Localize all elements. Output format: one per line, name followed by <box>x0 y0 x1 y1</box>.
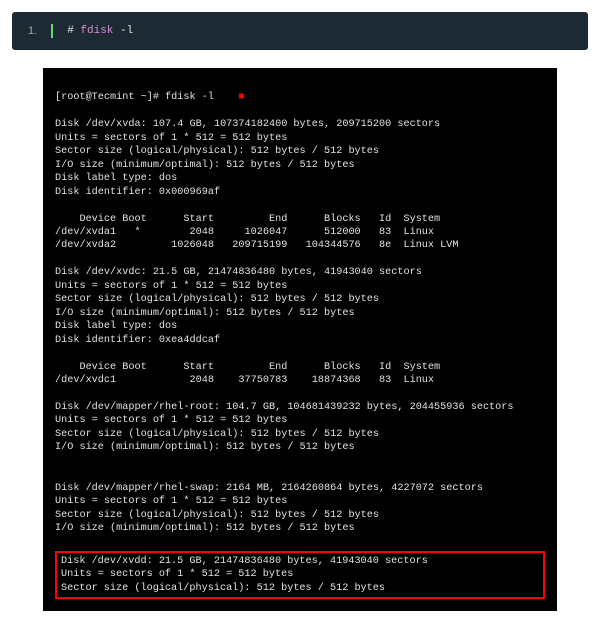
partition-table-header: Device Boot Start End Blocks Id System <box>55 214 440 225</box>
cursor-icon: ■ <box>238 92 244 103</box>
line-number: 1. <box>28 25 37 37</box>
code-snippet-panel: 1. # fdisk -l <box>12 12 588 50</box>
highlighted-disk-xvdd: Disk /dev/xvdd: 21.5 GB, 21474836480 byt… <box>55 551 545 599</box>
terminal-prompt-line: [root@Tecmint ~]# fdisk -l ■ <box>55 92 245 103</box>
partition-row: /dev/xvda2 1026048 209715199 104344576 8… <box>55 240 459 251</box>
terminal-window: [root@Tecmint ~]# fdisk -l ■ Disk /dev/x… <box>43 68 557 611</box>
partition-table-header: Device Boot Start End Blocks Id System <box>55 362 440 373</box>
fdisk-flag: -l <box>120 25 133 37</box>
partition-row: /dev/xvda1 * 2048 1026047 512000 83 Linu… <box>55 227 434 238</box>
disk-xvdc-block: Disk /dev/xvdc: 21.5 GB, 21474836480 byt… <box>55 267 422 345</box>
partition-row: /dev/xvdc1 2048 37750783 18874368 83 Lin… <box>55 375 434 386</box>
disk-rhel-swap-block: Disk /dev/mapper/rhel-swap: 2164 MB, 216… <box>55 483 483 534</box>
prompt-hash: # <box>67 25 74 37</box>
fdisk-command: fdisk <box>80 25 113 37</box>
prompt-bar-icon <box>51 24 53 38</box>
command-text: # fdisk -l <box>67 25 133 37</box>
disk-rhel-root-block: Disk /dev/mapper/rhel-root: 104.7 GB, 10… <box>55 402 514 453</box>
disk-xvda-block: Disk /dev/xvda: 107.4 GB, 107374182400 b… <box>55 119 440 197</box>
